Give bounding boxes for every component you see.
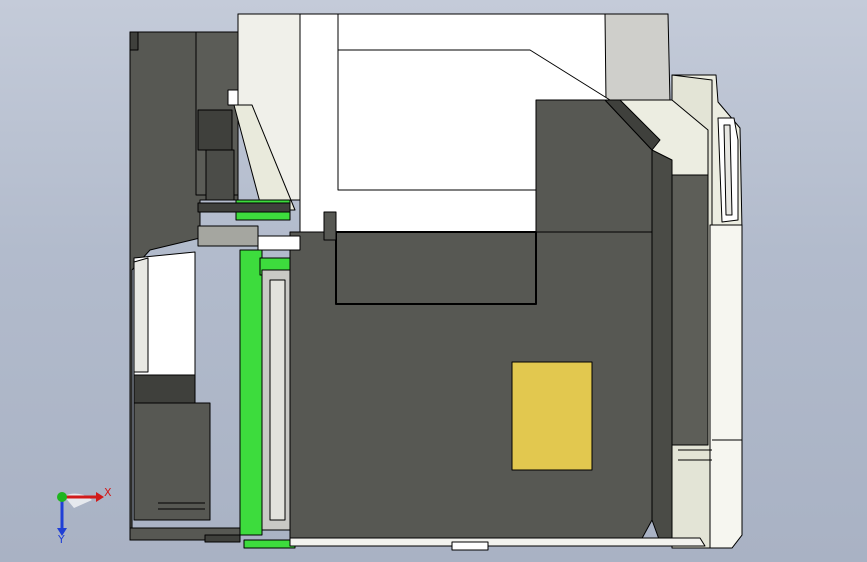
- top-cover-right-bevel: [604, 13, 671, 103]
- yellow-label: [511, 361, 593, 471]
- small-post: [323, 211, 337, 241]
- x-axis-label: X: [104, 486, 112, 499]
- main-body-inset: [335, 231, 537, 305]
- triad-origin-icon: [57, 492, 67, 502]
- green-vertical-strip: [239, 249, 263, 536]
- cad-model-view[interactable]: [0, 0, 867, 562]
- rear-housing-edge-strip: [709, 224, 743, 549]
- bottom-rail: [289, 537, 706, 547]
- horizontal-bracket: [197, 225, 259, 247]
- y-axis-label: Y: [57, 533, 65, 546]
- left-frame-edge: [129, 31, 139, 51]
- right-dark-column: [671, 174, 709, 446]
- main-body-side-shade: [651, 149, 673, 543]
- left-recess: [197, 109, 233, 151]
- axis-triad: X Y: [44, 478, 114, 548]
- left-lower-dark-block: [133, 374, 196, 404]
- graphics-viewport[interactable]: X Y: [0, 0, 867, 562]
